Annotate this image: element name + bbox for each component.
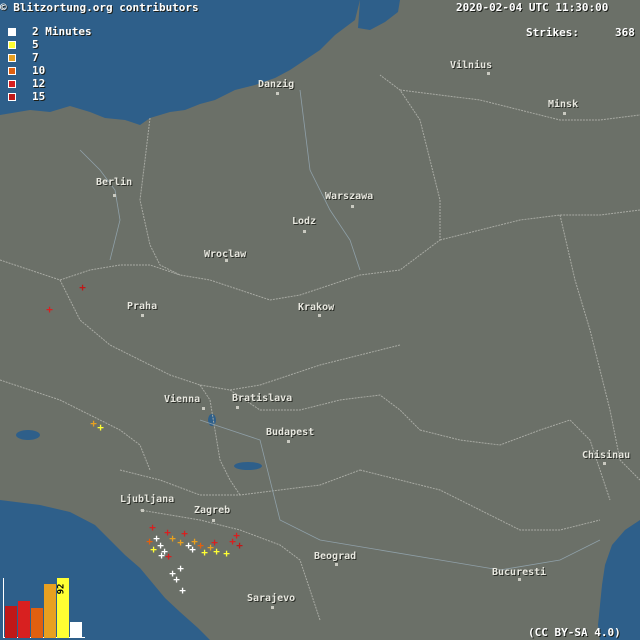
legend-swatch-dark-orange [8, 67, 16, 75]
city-label-zagreb: Zagreb [194, 505, 231, 516]
strike-histogram [3, 578, 85, 638]
city-marker-vilnius [487, 72, 490, 75]
city-marker-ljubljana [141, 509, 144, 512]
city-label-beograd: Beograd [314, 551, 357, 562]
histogram-bar [18, 601, 30, 638]
histogram-bar [5, 606, 17, 638]
lake-balaton [234, 462, 262, 470]
city-label-vilnius: Vilnius [450, 60, 493, 71]
legend-label: 15 [32, 90, 46, 103]
city-label-berlin: Berlin [96, 177, 133, 188]
city-label-budapest: Budapest [266, 427, 315, 438]
legend-swatch-yellow [8, 41, 16, 49]
histogram-max-label: 92 [56, 583, 67, 595]
city-marker-praha [141, 314, 144, 317]
lightning-strike-marker: + [223, 547, 230, 560]
legend-label: 10 [32, 64, 46, 77]
city-marker-zagreb [212, 519, 215, 522]
lightning-strike-marker: + [79, 281, 86, 294]
legend-label: 2 Minutes [32, 25, 92, 38]
strikes-count: 368 [615, 26, 635, 39]
legend-swatch-red [8, 80, 16, 88]
lightning-strike-marker: + [236, 539, 243, 552]
strikes-label: Strikes: [526, 26, 579, 39]
city-label-chisinau: Chisinau [582, 450, 631, 461]
city-marker-sarajevo [271, 606, 274, 609]
lightning-strike-marker: + [46, 303, 53, 316]
city-label-krakow: Krakow [298, 302, 335, 313]
base-map [0, 0, 640, 640]
lightning-strike-marker: + [181, 527, 188, 540]
lightning-strike-marker: + [97, 421, 104, 434]
timestamp-text: 2020-02-04 UTC 11:30:00 [456, 1, 609, 14]
city-label-lodz: Lodz [292, 216, 317, 227]
city-label-wroclaw: Wroclaw [204, 249, 247, 260]
city-label-praha: Praha [127, 301, 158, 312]
legend-label: 5 [32, 38, 39, 51]
license-text: (CC BY-SA 4.0) [528, 626, 621, 639]
histogram-bar [31, 608, 43, 638]
legend-label: 7 [32, 51, 39, 64]
legend-swatch-white [8, 28, 16, 36]
attribution-text: © Blitzortung.org contributors [0, 1, 199, 14]
city-label-sarajevo: Sarajevo [247, 593, 296, 604]
city-label-vienna: Vienna [164, 394, 201, 405]
lightning-strike-marker: + [179, 584, 186, 597]
legend-swatch-orange [8, 54, 16, 62]
city-marker-danzig [276, 92, 279, 95]
city-marker-budapest [287, 440, 290, 443]
city-marker-warszawa [351, 205, 354, 208]
legend-label: 12 [32, 77, 46, 90]
city-label-minsk: Minsk [548, 99, 579, 110]
city-label-bratislava: Bratislava [232, 393, 293, 404]
city-label-ljubljana: Ljubljana [120, 494, 175, 505]
lightning-strike-marker: + [146, 535, 153, 548]
histogram-axis [3, 578, 4, 638]
city-label-danzig: Danzig [258, 79, 295, 90]
lightning-map: Vilnius Danzig Minsk Berlin Warszawa Lod… [0, 0, 640, 640]
city-marker-lodz [303, 230, 306, 233]
city-marker-beograd [335, 563, 338, 566]
city-marker-chisinau [603, 462, 606, 465]
city-marker-berlin [113, 194, 116, 197]
city-marker-vienna [202, 407, 205, 410]
histogram-bar [70, 622, 82, 638]
strikes-counter: Strikes: 368 [526, 26, 640, 40]
lightning-strike-marker: + [213, 545, 220, 558]
city-marker-bratislava [236, 406, 239, 409]
lake-constance [16, 430, 40, 440]
city-label-bucuresti: Bucuresti [492, 567, 547, 578]
legend-swatch-dark-red [8, 93, 16, 101]
city-label-warszawa: Warszawa [325, 191, 374, 202]
city-marker-minsk [563, 112, 566, 115]
lightning-strike-marker: + [165, 550, 172, 563]
lightning-strike-marker: + [177, 562, 184, 575]
histogram-bar [44, 584, 56, 638]
city-marker-krakow [318, 314, 321, 317]
